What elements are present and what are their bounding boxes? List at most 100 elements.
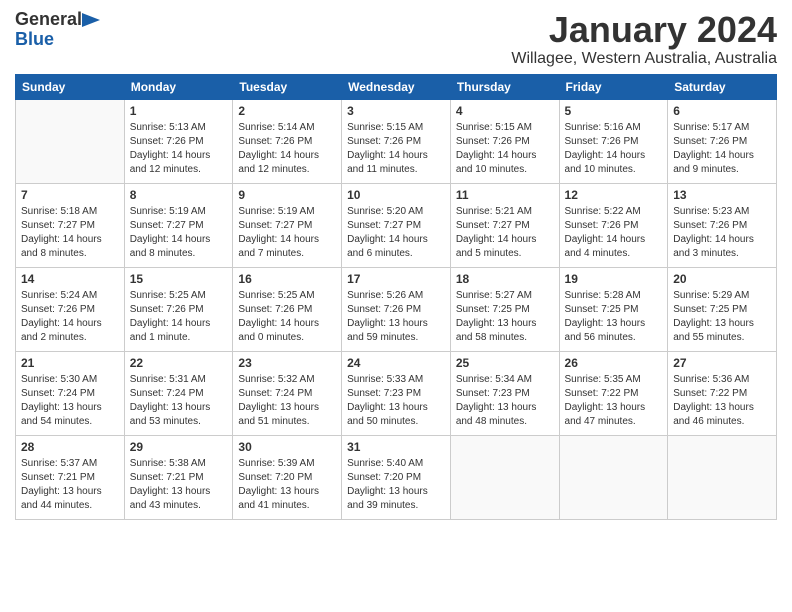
day-number: 4 [456, 103, 554, 120]
day-number: 2 [238, 103, 336, 120]
day-info: Sunrise: 5:18 AM Sunset: 7:27 PM Dayligh… [21, 205, 119, 261]
calendar-week-row: 7Sunrise: 5:18 AM Sunset: 7:27 PM Daylig… [16, 183, 777, 267]
calendar-cell: 11Sunrise: 5:21 AM Sunset: 7:27 PM Dayli… [450, 183, 559, 267]
calendar-week-row: 28Sunrise: 5:37 AM Sunset: 7:21 PM Dayli… [16, 435, 777, 519]
day-number: 5 [565, 103, 663, 120]
day-info: Sunrise: 5:39 AM Sunset: 7:20 PM Dayligh… [238, 457, 336, 513]
day-number: 15 [130, 271, 228, 288]
page: General Blue January 2024 Willagee, West… [0, 0, 792, 530]
weekday-header: Monday [124, 74, 233, 99]
day-info: Sunrise: 5:25 AM Sunset: 7:26 PM Dayligh… [238, 289, 336, 345]
day-info: Sunrise: 5:25 AM Sunset: 7:26 PM Dayligh… [130, 289, 228, 345]
calendar-week-row: 21Sunrise: 5:30 AM Sunset: 7:24 PM Dayli… [16, 351, 777, 435]
calendar-cell [559, 435, 668, 519]
header: General Blue January 2024 Willagee, West… [15, 10, 777, 68]
calendar-cell: 7Sunrise: 5:18 AM Sunset: 7:27 PM Daylig… [16, 183, 125, 267]
title-block: January 2024 Willagee, Western Australia… [511, 10, 777, 68]
day-info: Sunrise: 5:19 AM Sunset: 7:27 PM Dayligh… [238, 205, 336, 261]
day-info: Sunrise: 5:32 AM Sunset: 7:24 PM Dayligh… [238, 373, 336, 429]
calendar-cell: 19Sunrise: 5:28 AM Sunset: 7:25 PM Dayli… [559, 267, 668, 351]
day-number: 17 [347, 271, 445, 288]
calendar-cell: 24Sunrise: 5:33 AM Sunset: 7:23 PM Dayli… [342, 351, 451, 435]
calendar-cell [668, 435, 777, 519]
calendar-cell: 25Sunrise: 5:34 AM Sunset: 7:23 PM Dayli… [450, 351, 559, 435]
weekday-header: Friday [559, 74, 668, 99]
calendar-cell: 16Sunrise: 5:25 AM Sunset: 7:26 PM Dayli… [233, 267, 342, 351]
weekday-header: Saturday [668, 74, 777, 99]
logo-blue: Blue [15, 30, 54, 50]
day-info: Sunrise: 5:37 AM Sunset: 7:21 PM Dayligh… [21, 457, 119, 513]
day-info: Sunrise: 5:15 AM Sunset: 7:26 PM Dayligh… [456, 121, 554, 177]
weekday-header: Thursday [450, 74, 559, 99]
location: Willagee, Western Australia, Australia [511, 50, 777, 68]
day-number: 30 [238, 439, 336, 456]
calendar-cell: 15Sunrise: 5:25 AM Sunset: 7:26 PM Dayli… [124, 267, 233, 351]
day-number: 1 [130, 103, 228, 120]
calendar-cell: 26Sunrise: 5:35 AM Sunset: 7:22 PM Dayli… [559, 351, 668, 435]
day-info: Sunrise: 5:26 AM Sunset: 7:26 PM Dayligh… [347, 289, 445, 345]
day-number: 18 [456, 271, 554, 288]
calendar-cell: 9Sunrise: 5:19 AM Sunset: 7:27 PM Daylig… [233, 183, 342, 267]
calendar-cell: 3Sunrise: 5:15 AM Sunset: 7:26 PM Daylig… [342, 99, 451, 183]
weekday-header: Tuesday [233, 74, 342, 99]
day-number: 31 [347, 439, 445, 456]
day-number: 16 [238, 271, 336, 288]
day-info: Sunrise: 5:16 AM Sunset: 7:26 PM Dayligh… [565, 121, 663, 177]
day-info: Sunrise: 5:20 AM Sunset: 7:27 PM Dayligh… [347, 205, 445, 261]
day-number: 11 [456, 187, 554, 204]
calendar-cell: 18Sunrise: 5:27 AM Sunset: 7:25 PM Dayli… [450, 267, 559, 351]
calendar-header-row: SundayMondayTuesdayWednesdayThursdayFrid… [16, 74, 777, 99]
calendar-cell: 27Sunrise: 5:36 AM Sunset: 7:22 PM Dayli… [668, 351, 777, 435]
day-number: 13 [673, 187, 771, 204]
day-number: 8 [130, 187, 228, 204]
day-info: Sunrise: 5:13 AM Sunset: 7:26 PM Dayligh… [130, 121, 228, 177]
day-info: Sunrise: 5:24 AM Sunset: 7:26 PM Dayligh… [21, 289, 119, 345]
day-number: 12 [565, 187, 663, 204]
day-info: Sunrise: 5:17 AM Sunset: 7:26 PM Dayligh… [673, 121, 771, 177]
day-info: Sunrise: 5:22 AM Sunset: 7:26 PM Dayligh… [565, 205, 663, 261]
calendar-cell: 30Sunrise: 5:39 AM Sunset: 7:20 PM Dayli… [233, 435, 342, 519]
weekday-header: Sunday [16, 74, 125, 99]
calendar-cell: 10Sunrise: 5:20 AM Sunset: 7:27 PM Dayli… [342, 183, 451, 267]
day-number: 21 [21, 355, 119, 372]
day-number: 22 [130, 355, 228, 372]
calendar-cell: 31Sunrise: 5:40 AM Sunset: 7:20 PM Dayli… [342, 435, 451, 519]
calendar-cell: 29Sunrise: 5:38 AM Sunset: 7:21 PM Dayli… [124, 435, 233, 519]
day-number: 24 [347, 355, 445, 372]
day-info: Sunrise: 5:34 AM Sunset: 7:23 PM Dayligh… [456, 373, 554, 429]
day-number: 26 [565, 355, 663, 372]
logo: General Blue [15, 10, 100, 50]
day-number: 23 [238, 355, 336, 372]
day-info: Sunrise: 5:40 AM Sunset: 7:20 PM Dayligh… [347, 457, 445, 513]
calendar-cell [16, 99, 125, 183]
calendar-cell: 8Sunrise: 5:19 AM Sunset: 7:27 PM Daylig… [124, 183, 233, 267]
day-info: Sunrise: 5:35 AM Sunset: 7:22 PM Dayligh… [565, 373, 663, 429]
calendar-cell: 4Sunrise: 5:15 AM Sunset: 7:26 PM Daylig… [450, 99, 559, 183]
day-number: 3 [347, 103, 445, 120]
day-info: Sunrise: 5:21 AM Sunset: 7:27 PM Dayligh… [456, 205, 554, 261]
day-info: Sunrise: 5:19 AM Sunset: 7:27 PM Dayligh… [130, 205, 228, 261]
calendar-cell: 6Sunrise: 5:17 AM Sunset: 7:26 PM Daylig… [668, 99, 777, 183]
day-info: Sunrise: 5:23 AM Sunset: 7:26 PM Dayligh… [673, 205, 771, 261]
month-title: January 2024 [511, 10, 777, 50]
logo-icon [82, 13, 100, 27]
day-number: 14 [21, 271, 119, 288]
day-info: Sunrise: 5:28 AM Sunset: 7:25 PM Dayligh… [565, 289, 663, 345]
calendar-cell: 14Sunrise: 5:24 AM Sunset: 7:26 PM Dayli… [16, 267, 125, 351]
day-info: Sunrise: 5:33 AM Sunset: 7:23 PM Dayligh… [347, 373, 445, 429]
calendar-cell: 21Sunrise: 5:30 AM Sunset: 7:24 PM Dayli… [16, 351, 125, 435]
calendar-week-row: 1Sunrise: 5:13 AM Sunset: 7:26 PM Daylig… [16, 99, 777, 183]
calendar-cell: 28Sunrise: 5:37 AM Sunset: 7:21 PM Dayli… [16, 435, 125, 519]
calendar-cell: 5Sunrise: 5:16 AM Sunset: 7:26 PM Daylig… [559, 99, 668, 183]
day-number: 7 [21, 187, 119, 204]
day-number: 27 [673, 355, 771, 372]
day-info: Sunrise: 5:27 AM Sunset: 7:25 PM Dayligh… [456, 289, 554, 345]
calendar-week-row: 14Sunrise: 5:24 AM Sunset: 7:26 PM Dayli… [16, 267, 777, 351]
day-number: 25 [456, 355, 554, 372]
day-info: Sunrise: 5:38 AM Sunset: 7:21 PM Dayligh… [130, 457, 228, 513]
calendar-cell: 2Sunrise: 5:14 AM Sunset: 7:26 PM Daylig… [233, 99, 342, 183]
calendar-cell [450, 435, 559, 519]
day-number: 28 [21, 439, 119, 456]
calendar-cell: 23Sunrise: 5:32 AM Sunset: 7:24 PM Dayli… [233, 351, 342, 435]
day-number: 19 [565, 271, 663, 288]
